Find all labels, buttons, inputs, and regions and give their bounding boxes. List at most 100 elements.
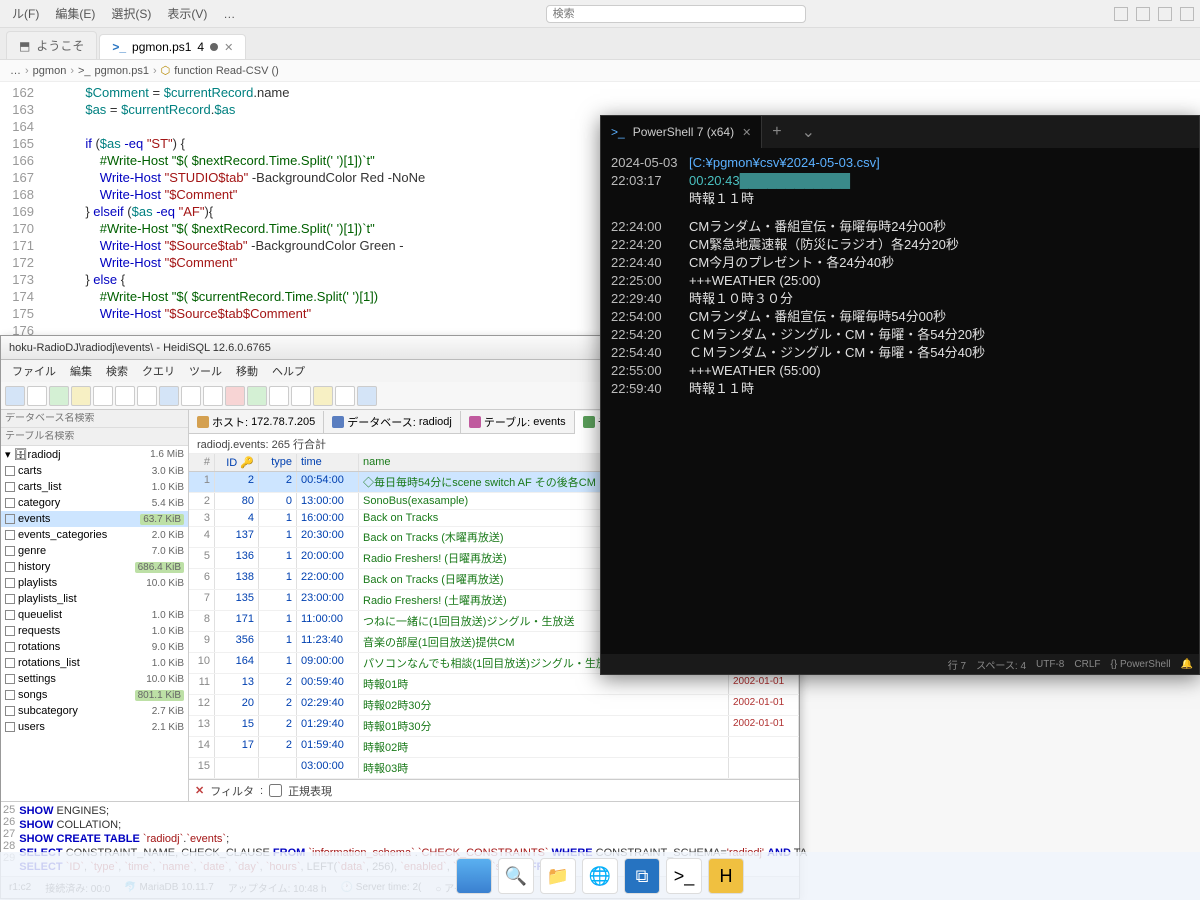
tb-4[interactable] (93, 386, 113, 406)
tree-table-carts_list[interactable]: carts_list1.0 KiB (1, 479, 188, 495)
table-row[interactable]: 1113200:59:40時報01時2002-01-01 (189, 674, 799, 695)
start-button[interactable] (456, 858, 492, 894)
tb-15[interactable] (335, 386, 355, 406)
menu-edit[interactable]: 編集(E) (49, 3, 101, 24)
menu-more[interactable]: … (217, 5, 241, 23)
tab-table[interactable]: テーブル: events (461, 411, 575, 433)
powershell-icon: >_ (611, 125, 625, 139)
pwsh-titlebar[interactable]: >_ PowerShell 7 (x64) ✕ + ⌄ (601, 116, 1199, 148)
layout-btn-4[interactable] (1180, 7, 1194, 21)
table-row[interactable]: 1220202:29:40時報02時30分2002-01-01 (189, 695, 799, 716)
pwsh-statusbar: 行 7 スペース: 4 UTF-8 CRLF {} PowerShell 🔔 (601, 654, 1199, 674)
tb-12[interactable] (269, 386, 289, 406)
menu-file[interactable]: ファイル (7, 361, 61, 381)
breadcrumb[interactable]: …› pgmon› >_ pgmon.ps1› ⬡ function Read-… (0, 60, 1200, 82)
tree-table-category[interactable]: category5.4 KiB (1, 495, 188, 511)
log-line: 22:54:20ＣＭランダム・ジングル・CM・毎曜・各54分20秒 (611, 326, 1189, 344)
menu-go[interactable]: 移動 (231, 361, 263, 381)
table-row[interactable]: 1503:00:00時報03時 (189, 758, 799, 779)
heidi-tree[interactable]: ▾ 🗄 radiodj 1.6 MiB carts3.0 KiBcarts_li… (1, 410, 189, 801)
windows-taskbar[interactable]: 🔍 📁 🌐 ⧉ >_ H (0, 852, 1200, 900)
search-input[interactable] (546, 5, 806, 23)
clear-filter-icon[interactable]: ✕ (195, 784, 204, 797)
table-row[interactable]: 1417201:59:40時報02時 (189, 737, 799, 758)
filter-bar[interactable]: ✕ フィルタ: 正規表現 (189, 779, 799, 801)
log-line: 22:24:20CM緊急地震速報（防災にラジオ）各24分20秒 (611, 236, 1189, 254)
modified-dot-icon (210, 43, 218, 51)
tb-play[interactable] (247, 386, 267, 406)
new-tab-button[interactable]: + (762, 123, 791, 141)
powershell-file-icon: >_ (112, 40, 126, 54)
tree-db[interactable]: ▾ 🗄 radiodj 1.6 MiB (1, 446, 188, 463)
tb-run[interactable] (49, 386, 69, 406)
tree-table-users[interactable]: users2.1 KiB (1, 719, 188, 735)
tree-table-requests[interactable]: requests1.0 KiB (1, 623, 188, 639)
layout-btn-2[interactable] (1136, 7, 1150, 21)
tree-table-settings[interactable]: settings10.0 KiB (1, 671, 188, 687)
vscode-menubar: ル(F) 編集(E) 選択(S) 表示(V) … (0, 0, 1200, 28)
menu-file[interactable]: ル(F) (6, 3, 45, 24)
layout-btn-3[interactable] (1158, 7, 1172, 21)
tb-14[interactable] (313, 386, 333, 406)
tree-table-events_categories[interactable]: events_categories2.0 KiB (1, 527, 188, 543)
tree-table-queuelist[interactable]: queuelist1.0 KiB (1, 607, 188, 623)
tree-table-rotations_list[interactable]: rotations_list1.0 KiB (1, 655, 188, 671)
tb-7[interactable] (159, 386, 179, 406)
tb-13[interactable] (291, 386, 311, 406)
table-filter-input[interactable] (5, 431, 184, 442)
tab-host[interactable]: ホスト: 172.78.7.205 (189, 411, 324, 433)
line-gutter: 162 163 164 165 166 167 168 169 170 171 … (0, 82, 42, 362)
log-line: 22:25:00+++WEATHER (25:00) (611, 272, 1189, 290)
tab-dropdown-icon[interactable]: ⌄ (792, 122, 825, 142)
taskbar-vscode[interactable]: ⧉ (624, 858, 660, 894)
ps-icon: >_ (78, 65, 91, 77)
regex-checkbox[interactable] (269, 784, 282, 797)
close-icon[interactable]: ✕ (224, 41, 233, 54)
menu-search[interactable]: 検索 (101, 361, 133, 381)
tb-5[interactable] (115, 386, 135, 406)
tb-connect[interactable] (5, 386, 25, 406)
close-tab-icon[interactable]: ✕ (742, 126, 751, 139)
taskbar-heidi[interactable]: H (708, 858, 744, 894)
tree-table-history[interactable]: history686.4 KiB (1, 559, 188, 575)
taskbar-edge[interactable]: 🌐 (582, 858, 618, 894)
taskbar-terminal[interactable]: >_ (666, 858, 702, 894)
pwsh-tab[interactable]: >_ PowerShell 7 (x64) ✕ (601, 116, 762, 148)
table-row[interactable]: 1315201:29:40時報01時30分2002-01-01 (189, 716, 799, 737)
vscode-tabs: ⬒ ようこそ >_ pgmon.ps1 4 ✕ (0, 28, 1200, 60)
menu-view[interactable]: 表示(V) (161, 3, 213, 24)
taskbar-explorer[interactable]: 📁 (540, 858, 576, 894)
tb-8[interactable] (181, 386, 201, 406)
tb-stop[interactable] (225, 386, 245, 406)
tree-table-playlists_list[interactable]: playlists_list (1, 591, 188, 607)
menu-select[interactable]: 選択(S) (105, 3, 157, 24)
tab-welcome[interactable]: ⬒ ようこそ (6, 31, 97, 59)
log-line: 22:54:00CMランダム・番組宣伝・毎曜毎時54分00秒 (611, 308, 1189, 326)
tree-table-rotations[interactable]: rotations9.0 KiB (1, 639, 188, 655)
tb-9[interactable] (203, 386, 223, 406)
tree-table-genre[interactable]: genre7.0 KiB (1, 543, 188, 559)
terminal-output[interactable]: 2024-05-03[C:¥pgmon¥csv¥2024-05-03.csv] … (601, 148, 1199, 404)
menu-tools[interactable]: ツール (184, 361, 227, 381)
db-filter-input[interactable] (5, 413, 184, 424)
tb-user[interactable] (71, 386, 91, 406)
tree-table-carts[interactable]: carts3.0 KiB (1, 463, 188, 479)
menu-edit[interactable]: 編集 (65, 361, 97, 381)
layout-btn-1[interactable] (1114, 7, 1128, 21)
bell-icon[interactable]: 🔔 (1181, 659, 1193, 670)
tree-table-playlists[interactable]: playlists10.0 KiB (1, 575, 188, 591)
tb-refresh[interactable] (27, 386, 47, 406)
tree-table-songs[interactable]: songs801.1 KiB (1, 687, 188, 703)
tab-file[interactable]: >_ pgmon.ps1 4 ✕ (99, 34, 246, 59)
menu-query[interactable]: クエリ (137, 361, 180, 381)
log-line: 22:29:40時報１０時３０分 (611, 290, 1189, 308)
taskbar-search[interactable]: 🔍 (498, 858, 534, 894)
tree-table-subcategory[interactable]: subcategory2.7 KiB (1, 703, 188, 719)
log-line: 22:55:00+++WEATHER (55:00) (611, 362, 1189, 380)
tree-table-events[interactable]: events63.7 KiB (1, 511, 188, 527)
tb-16[interactable] (357, 386, 377, 406)
log-line: 22:59:40時報１１時 (611, 380, 1189, 398)
menu-help[interactable]: ヘルプ (267, 361, 310, 381)
tb-6[interactable] (137, 386, 157, 406)
tab-database[interactable]: データベース: radiodj (324, 411, 461, 433)
